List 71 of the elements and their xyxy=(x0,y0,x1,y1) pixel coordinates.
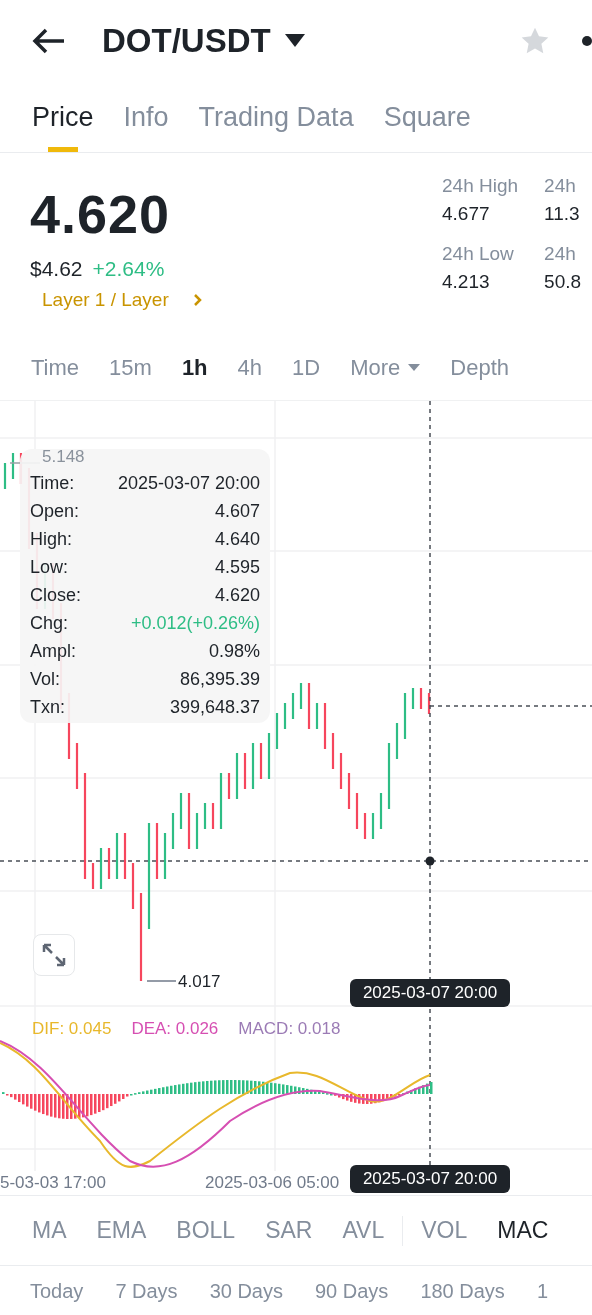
tab[interactable]: Trading Data xyxy=(198,82,354,152)
more-icon[interactable] xyxy=(582,36,592,46)
tooltip-value: 2025-03-07 20:00 xyxy=(117,472,260,494)
last-price: 4.620 xyxy=(30,183,172,245)
tooltip-label: Close: xyxy=(30,584,82,606)
tooltip-label: Low: xyxy=(30,556,69,578)
low-leader-line xyxy=(146,980,177,982)
period-tab[interactable]: 1 xyxy=(536,1279,548,1303)
indicator-tab[interactable]: EMA xyxy=(96,1217,147,1244)
tooltip-value: 4.620 xyxy=(214,584,260,606)
stat-label: 24h xyxy=(544,175,577,197)
indicator-tab[interactable]: AVL xyxy=(342,1217,385,1244)
macd-legend-item: DIF: 0.045 xyxy=(32,1019,112,1039)
back-arrow-icon[interactable] xyxy=(32,28,66,54)
tab[interactable]: Square xyxy=(383,82,471,152)
caret-icon[interactable] xyxy=(284,34,305,48)
indicator-tab[interactable]: MA xyxy=(32,1217,67,1244)
interval-tab[interactable]: 1D xyxy=(292,354,321,381)
tooltip-value: 4.607 xyxy=(214,500,260,522)
pair-title[interactable]: DOT/USDT xyxy=(102,22,271,60)
stat-label: 24h High xyxy=(442,175,519,197)
axis-time-badge: 2025-03-07 20:00 xyxy=(350,1165,510,1193)
usd-price: $4.62 xyxy=(30,257,83,281)
caret-icon xyxy=(408,363,421,372)
stat-label: 24h Low xyxy=(442,243,515,265)
stat-value: 50.8 xyxy=(544,271,582,293)
indicator-tab[interactable]: SAR xyxy=(265,1217,313,1244)
interval-tab[interactable]: 15m xyxy=(109,354,152,381)
interval-tab[interactable]: More xyxy=(350,354,421,381)
price-change: +2.64% xyxy=(92,257,165,281)
period-tab[interactable]: Today xyxy=(30,1279,84,1303)
tooltip-label: Chg: xyxy=(30,612,69,634)
period-tab[interactable]: 90 Days xyxy=(315,1279,389,1303)
tooltip-label: Open: xyxy=(30,500,80,522)
stat-label: 24h xyxy=(544,243,577,265)
interval-tab[interactable]: Depth xyxy=(450,354,509,381)
stat-value: 4.677 xyxy=(442,203,491,225)
macd-legend-item: MACD: 0.018 xyxy=(238,1019,341,1039)
indicator-tab[interactable]: MAC xyxy=(497,1217,549,1244)
chevron-icon xyxy=(192,294,203,306)
time-axis-label: 5-03-03 17:00 xyxy=(0,1173,106,1193)
expand-icon[interactable] xyxy=(33,934,75,976)
tooltip-label: Time: xyxy=(30,472,75,494)
time-axis-label: 2025-03-06 05:00 xyxy=(205,1173,340,1193)
stat-value: 11.3 xyxy=(544,203,581,225)
low-price-marker: 4.017 xyxy=(178,972,221,992)
tab[interactable]: Info xyxy=(123,82,169,152)
tooltip-label: Ampl: xyxy=(30,640,76,662)
tooltip-label: Txn: xyxy=(30,696,65,718)
tooltip-value: 4.595 xyxy=(214,556,260,578)
period-tab[interactable]: 7 Days xyxy=(115,1279,178,1303)
stat-value: 4.213 xyxy=(442,271,491,293)
tooltip-value: +0.012(+0.26%) xyxy=(130,612,260,634)
category-link[interactable]: Layer 1 / Layer xyxy=(42,289,203,311)
tooltip-value: 4.640 xyxy=(214,528,260,550)
indicator-tab[interactable]: BOLL xyxy=(176,1217,236,1244)
period-tab[interactable]: 180 Days xyxy=(420,1279,505,1303)
tooltip-value: 0.98% xyxy=(208,640,260,662)
crosshair-time-badge: 2025-03-07 20:00 xyxy=(350,979,510,1007)
tooltip-label: Vol: xyxy=(30,668,61,690)
high-price-marker: 5.148 xyxy=(42,447,85,467)
period-tab[interactable]: 30 Days xyxy=(209,1279,283,1303)
tooltip-value: 86,395.39 xyxy=(179,668,260,690)
interval-tab[interactable]: 1h xyxy=(181,354,208,381)
indicator-tab[interactable]: VOL xyxy=(421,1217,468,1244)
interval-tab[interactable]: 4h xyxy=(237,354,263,381)
macd-legend-item: DEA: 0.026 xyxy=(131,1019,219,1039)
interval-tab[interactable]: Time xyxy=(31,354,80,381)
tab[interactable]: Price xyxy=(32,82,94,152)
tooltip-label: High: xyxy=(30,528,73,550)
tooltip-value: 399,648.37 xyxy=(169,696,260,718)
